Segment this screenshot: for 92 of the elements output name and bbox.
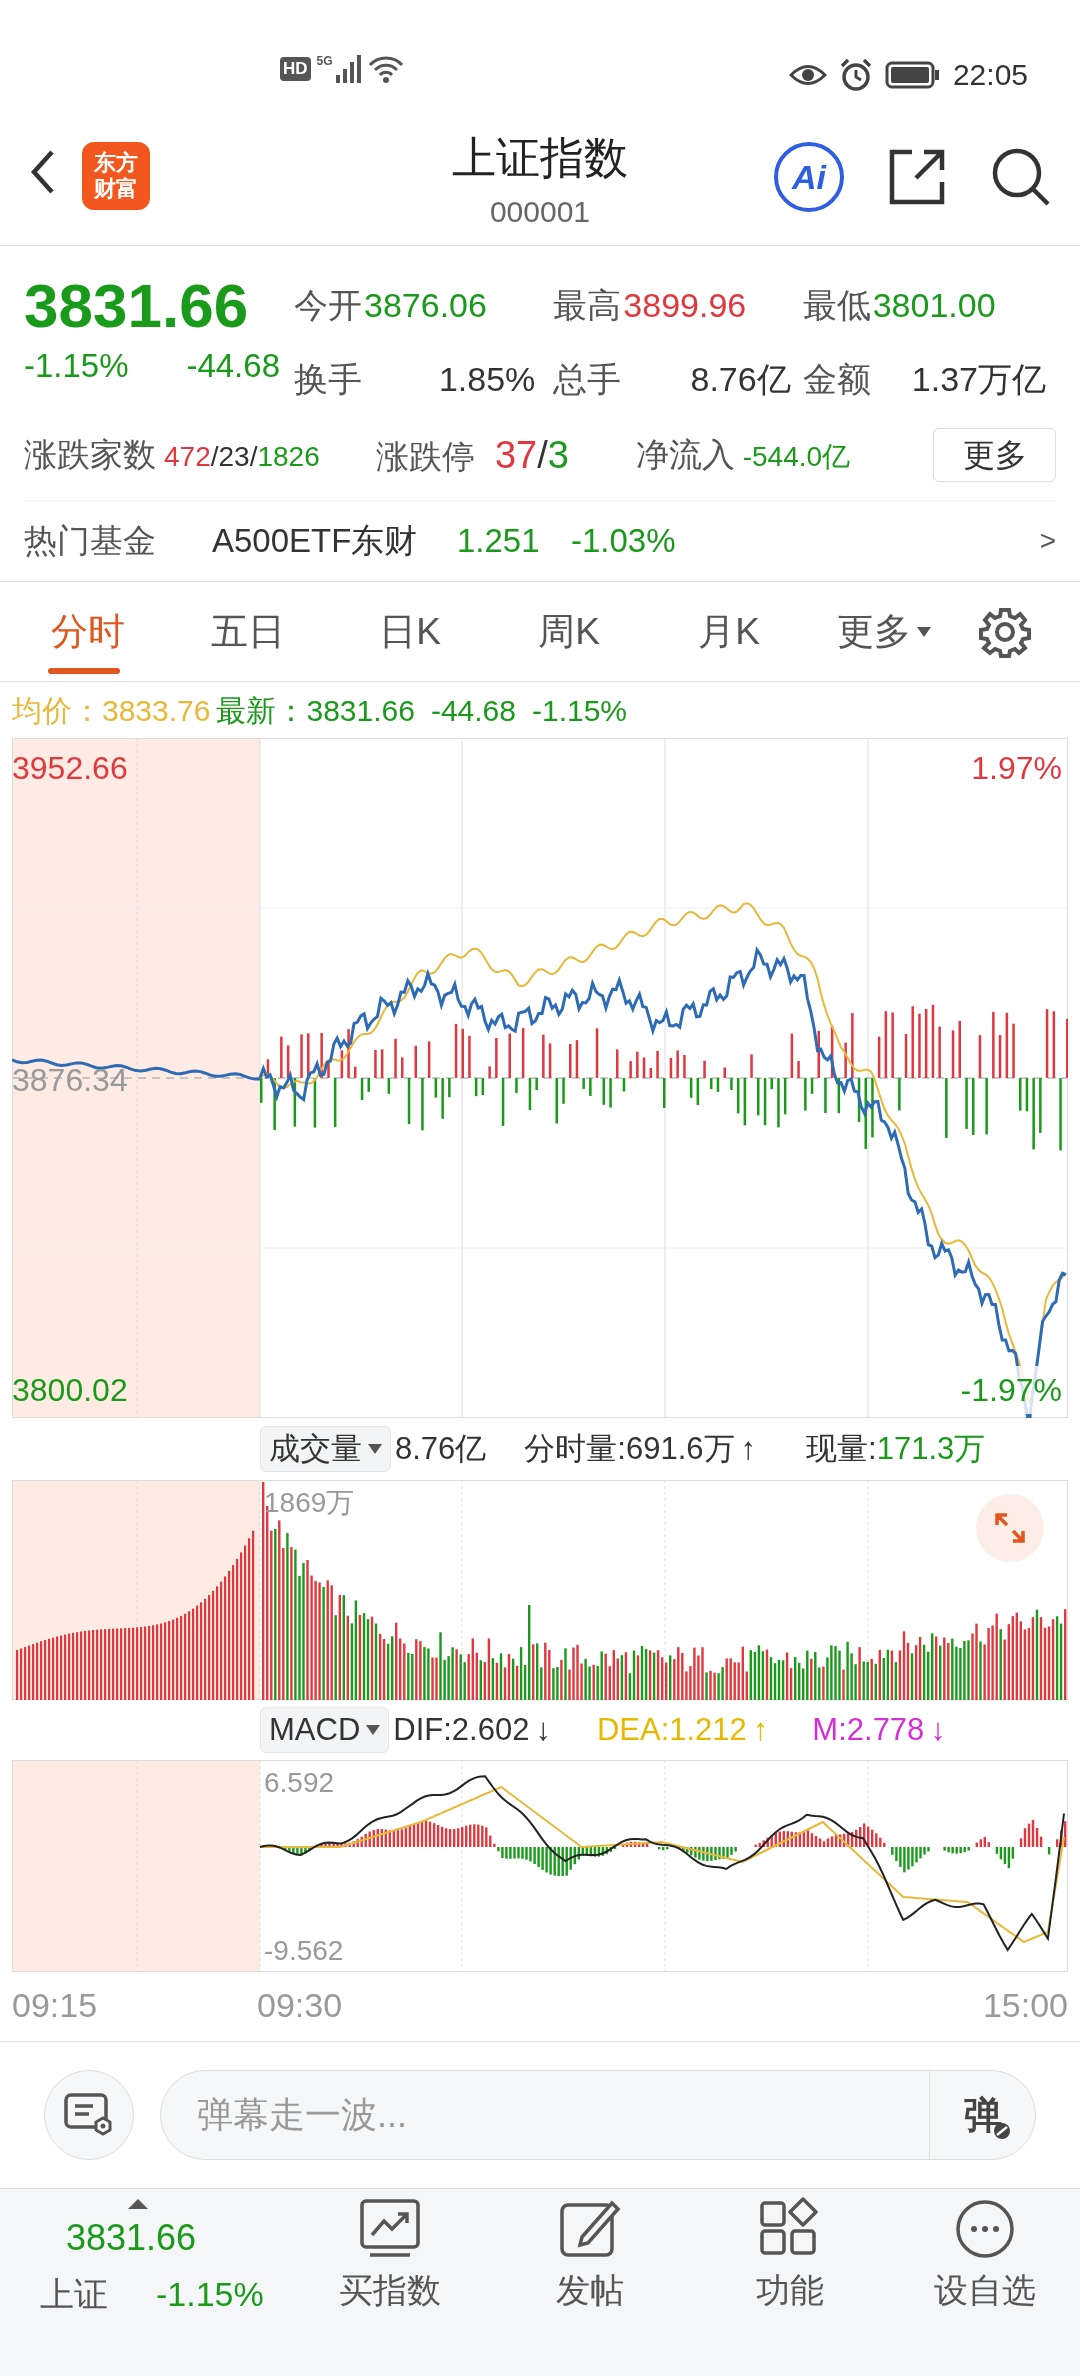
index-price: 3831.66 [66, 2216, 197, 2260]
index-name: 上证 [40, 2274, 108, 2315]
clock: 22:05 [952, 57, 1028, 93]
volume-selector[interactable]: 成交量 [260, 1426, 391, 1472]
axis-label: 3800.02 [12, 1371, 128, 1410]
wifi-icon [367, 55, 404, 83]
chart-tab[interactable]: 周K [489, 581, 649, 682]
fund-row[interactable]: 热门基金 A500ETF东财 1.251 -1.03% > [0, 501, 1080, 581]
chart-tab[interactable]: 日K [331, 581, 489, 682]
change-percent: -1.15% [24, 346, 129, 386]
axis-label: 3952.66 [12, 749, 128, 788]
breadth-label: 涨跌家数 [24, 435, 156, 476]
trend-arrow: ↓ [930, 1710, 946, 1749]
battery-icon [884, 60, 941, 89]
stat-label: 换手 [294, 359, 362, 400]
more-icon [953, 2197, 1017, 2261]
page-title: 上证指数 [452, 132, 628, 184]
danmu-settings-icon [63, 2092, 115, 2138]
current-price: 3831.66 [24, 270, 249, 342]
danmu-toggle-button[interactable]: 弹 [929, 2071, 1035, 2159]
time-label: 09:15 [12, 1985, 98, 2026]
logo-text: 财富 [94, 176, 138, 202]
network-type: 5G [316, 55, 333, 67]
trend-arrow: ↓ [535, 1710, 551, 1749]
breadth-value: -544.0亿 [742, 440, 851, 475]
current-volume: 171.3万 [876, 1429, 986, 1468]
time-label: 15:00 [982, 1985, 1068, 2026]
volume-total: 8.76亿 [395, 1429, 487, 1468]
axis-label: -1.97% [960, 1366, 1062, 1414]
period-volume: 分时量:691.6万 [524, 1429, 735, 1468]
caret-icon [366, 1725, 381, 1735]
latest-change: -44.68 [430, 692, 516, 729]
current-volume-label: 现量: [806, 1429, 877, 1468]
chart-tab[interactable]: 分时 [10, 581, 165, 682]
nav-item[interactable]: 发帖 [490, 2189, 690, 2376]
fund-name: A500ETF东财 [212, 521, 419, 562]
chart-tab[interactable]: 月K [649, 581, 809, 682]
chevron-icon: > [1039, 520, 1056, 562]
stat-label: 今开 [294, 285, 362, 326]
up-arrow-icon: ↑ [740, 1425, 757, 1473]
expand-icon [994, 1512, 1026, 1544]
axis-label: 1.97% [971, 749, 1062, 788]
axis-label: 3876.34 [12, 1061, 128, 1100]
stat-value: 3899.96 [623, 285, 747, 326]
chart-tab[interactable]: 更多 [809, 581, 959, 682]
macd-value: M:2.778 [812, 1710, 925, 1749]
fund-change: -1.03% [571, 521, 676, 562]
latest-change-percent: -1.15% [532, 692, 628, 729]
breadth-value: 472/23/1826 [164, 440, 320, 475]
stat-label: 总手 [553, 359, 622, 400]
trend-arrow: ↑ [752, 1710, 769, 1749]
signal-icon [333, 55, 362, 83]
change-value: -44.68 [186, 346, 280, 386]
indicator-selector[interactable]: MACD [260, 1707, 390, 1753]
nav-item[interactable]: 买指数 [290, 2189, 490, 2376]
latest-price: 最新：3831.66 [216, 692, 415, 729]
nav-item[interactable]: 设自选 [890, 2189, 1080, 2376]
chart-tab[interactable]: 五日 [165, 581, 331, 682]
time-label: 09:30 [257, 1985, 343, 2026]
dea-value: DEA:1.212 [596, 1710, 747, 1749]
logo-text: 东方 [94, 150, 138, 176]
average-price: 均价：3833.76 [12, 692, 211, 729]
breadth-value: 37/3 [494, 432, 569, 478]
dif-value: DIF:2.602 [393, 1710, 530, 1749]
caret-icon [368, 1444, 382, 1454]
axis-label: 1869万 [264, 1486, 355, 1520]
caret-icon [128, 2199, 148, 2209]
fund-price: 1.251 [457, 521, 541, 562]
stock-code: 000001 [489, 194, 591, 230]
ai-button[interactable]: Ai [774, 142, 844, 212]
stat-value: 8.76亿 [690, 359, 792, 400]
search-icon[interactable] [990, 146, 1052, 208]
stat-label: 金额 [802, 359, 871, 400]
nav-item[interactable]: 功能 [690, 2189, 890, 2376]
axis-label: -9.562 [264, 1934, 344, 1968]
axis-label: 6.592 [264, 1766, 335, 1800]
stat-value: 3801.00 [872, 285, 996, 326]
alarm-icon [838, 57, 873, 92]
stat-value: 1.85% [438, 359, 537, 400]
breadth-label: 涨跌停 [375, 436, 475, 477]
index-change: -1.15% [156, 2274, 264, 2315]
hd-badge: HD [280, 57, 311, 81]
settings-icon[interactable] [979, 605, 1031, 658]
fund-section-label: 热门基金 [24, 521, 157, 562]
stat-value: 1.37万亿 [911, 359, 1047, 400]
more-button[interactable]: 更多 [933, 428, 1056, 482]
index-quote-tab[interactable]: 3831.66 上证 -1.15% [0, 2189, 290, 2376]
stat-label: 最高 [553, 285, 622, 326]
danmu-input[interactable]: 弹幕走一波... 弹 [160, 2070, 1036, 2160]
stat-value: 3876.06 [364, 285, 487, 326]
breadth-label: 净流入 [635, 435, 735, 476]
stat-label: 最低 [802, 285, 871, 326]
